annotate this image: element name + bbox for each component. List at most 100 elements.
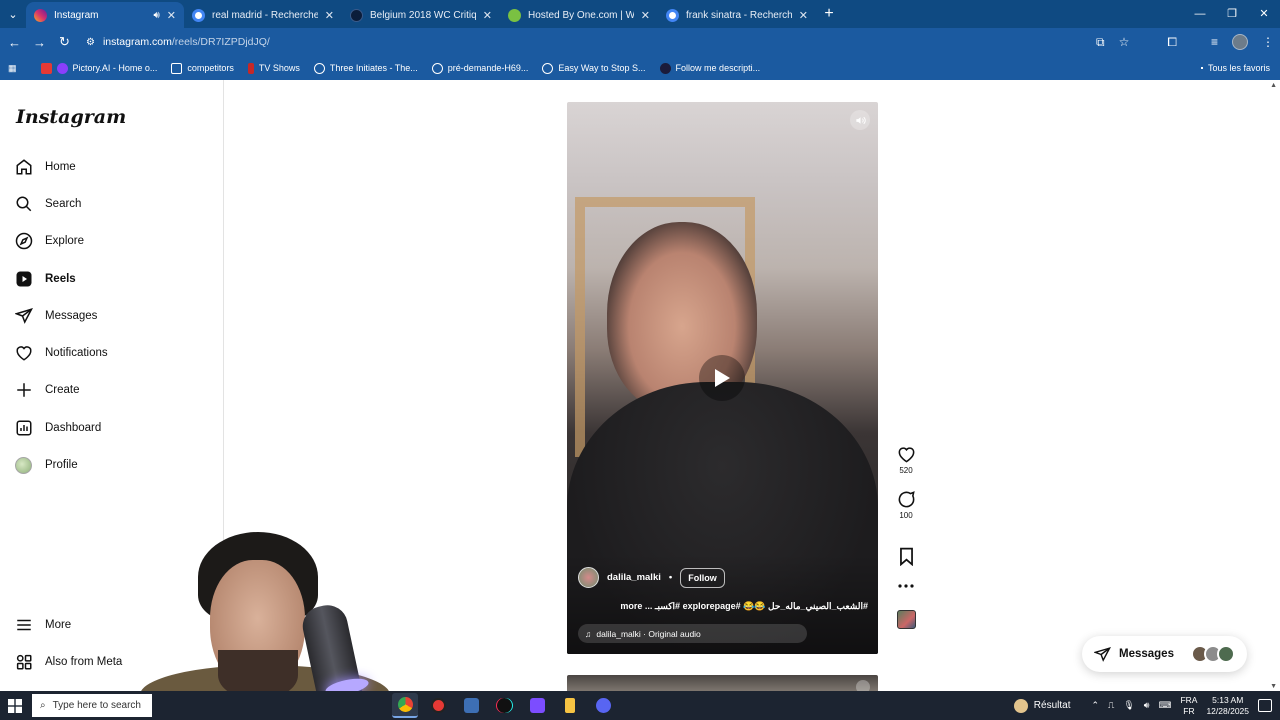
- sidebar-item-meta[interactable]: Also from Meta: [14, 651, 122, 673]
- weather-widget[interactable]: Résultat: [1013, 698, 1070, 713]
- tab-frank-sinatra[interactable]: frank sinatra - Recherche Google ✕: [658, 2, 816, 28]
- back-icon[interactable]: ←: [2, 35, 27, 50]
- weather-icon: [1013, 698, 1028, 713]
- taskbar-tiktok[interactable]: [491, 693, 517, 718]
- bookmark-three-initiates[interactable]: Three Initiates - The...: [313, 62, 418, 74]
- site-info-icon[interactable]: ⚙︎: [86, 37, 95, 48]
- language-indicator[interactable]: FRA FR: [1180, 695, 1197, 717]
- notification-icon[interactable]: [1258, 699, 1272, 712]
- sidebar-item-search[interactable]: Search: [14, 193, 81, 215]
- messages-label: Messages: [1119, 648, 1174, 660]
- apps-grid-icon[interactable]: ▦: [8, 63, 17, 74]
- chevron-up-icon[interactable]: ⌃: [1091, 700, 1099, 711]
- tab-strip: ⌄ Instagram 🔊︎ ✕ real madrid - Recherche…: [0, 0, 1280, 28]
- taskbar-app-2[interactable]: [425, 693, 451, 718]
- follow-button[interactable]: Follow: [680, 567, 725, 588]
- reel-caption[interactable]: #الشعب_الصيني_ماله_حل 😂😂 #explorepage #ا…: [578, 601, 868, 612]
- reel-video[interactable]: dalila_malki • Follow #الشعب_الصيني_ماله…: [567, 102, 878, 654]
- site-icon: [659, 62, 671, 74]
- tab-real-madrid[interactable]: real madrid - Recherche Google ✕: [184, 2, 342, 28]
- bookmark-easy-way[interactable]: Easy Way to Stop S...: [542, 62, 646, 74]
- folder-icon: [171, 62, 183, 74]
- cast-icon[interactable]: ⧉: [1096, 35, 1105, 50]
- clock[interactable]: 5:13 AM 12/28/2025: [1206, 695, 1249, 717]
- bookmark-star-icon[interactable]: ☆: [1119, 35, 1130, 49]
- tab-instagram[interactable]: Instagram 🔊︎ ✕: [26, 2, 184, 28]
- reel-username[interactable]: dalila_malki: [607, 572, 661, 583]
- comment-icon: [898, 491, 915, 508]
- taskbar-search[interactable]: ⌕ Type here to search: [32, 694, 152, 717]
- sidebar-item-notifications[interactable]: Notifications: [14, 342, 108, 364]
- sidebar-item-messages[interactable]: Messages: [14, 305, 97, 327]
- reel-audio-link[interactable]: ♫ dalila_malki · Original audio: [578, 624, 807, 643]
- save-action[interactable]: [898, 547, 915, 566]
- taskbar-chrome[interactable]: [392, 693, 418, 718]
- sidebar-item-label: Home: [45, 161, 76, 173]
- comment-action[interactable]: 100: [897, 490, 916, 520]
- bookmark-competitors[interactable]: competitors: [171, 62, 234, 74]
- network-icon[interactable]: ⎍: [1108, 700, 1114, 711]
- scroll-up-icon[interactable]: ▲: [1270, 82, 1277, 89]
- taskbar-app-3[interactable]: [458, 693, 484, 718]
- sidebar-item-more[interactable]: More: [14, 614, 71, 636]
- mute-toggle-icon[interactable]: [850, 110, 870, 130]
- sidebar-item-profile[interactable]: Profile: [14, 454, 78, 476]
- like-action[interactable]: 520: [897, 445, 916, 475]
- sidebar-item-explore[interactable]: Explore: [14, 230, 84, 252]
- keyboard-icon[interactable]: ⌨︎: [1158, 700, 1171, 711]
- sidebar-item-label: Explore: [45, 235, 84, 247]
- play-icon[interactable]: [699, 355, 745, 401]
- tab-one-com[interactable]: Hosted By One.com | Webhosting ✕: [500, 2, 658, 28]
- minimize-icon[interactable]: —: [1184, 0, 1216, 28]
- bookmarks-bar: ▦ Pictory.AI - Home o... competitors TV …: [0, 56, 1280, 80]
- more-options-icon[interactable]: [898, 583, 914, 589]
- tab-belgium[interactable]: Belgium 2018 WC Critique ✕: [342, 2, 500, 28]
- bookmark-pictory[interactable]: Pictory.AI - Home o...: [40, 62, 157, 74]
- close-tab-icon[interactable]: ✕: [641, 9, 650, 22]
- windows-start-icon[interactable]: [0, 691, 30, 720]
- close-tab-icon[interactable]: ✕: [483, 9, 492, 22]
- messages-button[interactable]: Messages: [1082, 636, 1247, 672]
- dashboard-icon: [14, 419, 33, 438]
- taskbar-app-6[interactable]: [557, 693, 583, 718]
- chrome-menu-icon[interactable]: ⋮: [1262, 35, 1274, 49]
- mic-icon[interactable]: 🎙︎: [1123, 700, 1134, 711]
- meta-grid-icon: [14, 653, 33, 672]
- close-tab-icon[interactable]: ✕: [799, 9, 808, 22]
- new-tab-icon[interactable]: +: [816, 5, 842, 23]
- avatar[interactable]: [578, 567, 599, 588]
- audio-thumbnail[interactable]: [896, 610, 916, 629]
- bookmark-follow-me[interactable]: Follow me descripti...: [659, 62, 760, 74]
- close-tab-icon[interactable]: ✕: [325, 9, 334, 22]
- sidebar-item-dashboard[interactable]: Dashboard: [14, 417, 101, 439]
- instagram-logo[interactable]: Instagram: [16, 106, 126, 128]
- taskbar-app-5[interactable]: [524, 693, 550, 718]
- restore-icon[interactable]: ❐: [1216, 0, 1248, 28]
- sidebar-item-label: Profile: [45, 459, 78, 471]
- forward-icon[interactable]: →: [27, 35, 52, 50]
- onecom-favicon-icon: [508, 8, 521, 22]
- url-field[interactable]: ⚙︎ instagram.com/reels/DR7IZPDjdJQ/: [82, 31, 1172, 53]
- sidebar-item-reels[interactable]: Reels: [14, 268, 76, 290]
- close-window-icon[interactable]: ✕: [1248, 0, 1280, 28]
- music-note-icon: ♫: [585, 628, 592, 639]
- bookmark-pre-demande[interactable]: pré-demande-H69...: [431, 62, 528, 74]
- extensions-icon[interactable]: ⧠: [1167, 35, 1177, 50]
- tab-audio-icon[interactable]: 🔊︎: [153, 10, 159, 21]
- tab-title: frank sinatra - Recherche Google: [686, 9, 792, 21]
- bookmark-tv-shows[interactable]: TV Shows: [247, 62, 300, 74]
- taskbar-app-7[interactable]: [590, 693, 616, 718]
- media-control-icon[interactable]: ≡: [1211, 35, 1218, 49]
- all-bookmarks[interactable]: Tous les favoris: [1200, 56, 1270, 80]
- sidebar-item-home[interactable]: Home: [14, 156, 76, 178]
- compass-icon: [14, 232, 33, 251]
- reload-icon[interactable]: ↻: [52, 34, 77, 50]
- heart-icon: [898, 447, 914, 463]
- tab-search-button[interactable]: ⌄: [0, 0, 26, 28]
- scroll-down-icon[interactable]: ▼: [1270, 683, 1277, 690]
- profile-avatar[interactable]: [1232, 34, 1248, 50]
- close-tab-icon[interactable]: ✕: [167, 9, 176, 22]
- separator-dot: •: [668, 572, 673, 583]
- sidebar-item-create[interactable]: Create: [14, 379, 80, 401]
- volume-icon[interactable]: 🔊︎: [1144, 700, 1150, 711]
